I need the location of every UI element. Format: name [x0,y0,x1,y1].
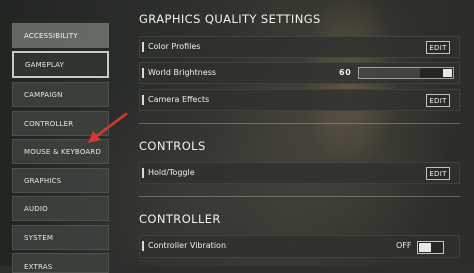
sidebar-item-label: GAMEPLAY [25,60,65,69]
section-divider [139,196,460,197]
hold-toggle-row[interactable]: Hold/Toggle EDIT [139,162,460,184]
world-brightness-label: World Brightness [148,68,217,77]
camera-effects-edit-button[interactable]: EDIT [426,94,450,107]
graphics-section-title: GRAPHICS QUALITY SETTINGS [139,12,321,26]
sidebar-item-system[interactable]: SYSTEM [12,225,109,250]
world-brightness-value: 60 [339,68,352,77]
world-brightness-row[interactable]: World Brightness 60 [139,62,460,84]
row-bullet [142,95,144,105]
sidebar-item-label: CAMPAIGN [24,90,63,99]
controller-vibration-row[interactable]: Controller Vibration OFF [139,235,460,258]
row-bullet [142,42,144,52]
settings-panel: GRAPHICS QUALITY SETTINGS Color Profiles… [128,0,462,266]
row-bullet [142,241,144,251]
controller-section-title: CONTROLLER [139,212,221,226]
slider-thumb[interactable] [443,69,452,77]
camera-effects-label: Camera Effects [148,95,210,104]
sidebar-item-graphics[interactable]: GRAPHICS [12,168,109,193]
row-bullet [142,168,144,178]
color-profiles-edit-button[interactable]: EDIT [426,41,450,54]
color-profiles-row[interactable]: Color Profiles EDIT [139,36,460,58]
color-profiles-label: Color Profiles [148,42,201,51]
hold-toggle-label: Hold/Toggle [148,168,195,177]
annotation-arrow-icon [88,112,128,143]
controls-section-title: CONTROLS [139,139,206,153]
sidebar-item-label: MOUSE & KEYBOARD [24,147,102,156]
sidebar-item-label: ACCESSIBILITY [24,31,78,40]
sidebar-item-label: GRAPHICS [24,176,62,185]
sidebar-item-gameplay[interactable]: GAMEPLAY [12,51,109,78]
row-bullet [142,68,144,78]
sidebar-item-label: EXTRAS [24,263,53,271]
camera-effects-row[interactable]: Camera Effects EDIT [139,89,460,111]
controller-vibration-label: Controller Vibration [148,241,227,250]
vibration-state-label: OFF [396,241,412,250]
sidebar-item-label: AUDIO [24,204,48,213]
world-brightness-slider[interactable] [358,67,454,79]
sidebar-item-label: SYSTEM [24,233,54,242]
sidebar-item-label: CONTROLLER [24,119,74,128]
slider-fill [359,68,420,78]
toggle-knob [419,243,431,252]
sidebar-item-campaign[interactable]: CAMPAIGN [12,82,109,107]
section-divider [139,123,460,124]
sidebar-item-accessibility[interactable]: ACCESSIBILITY [12,23,109,48]
sidebar-item-audio[interactable]: AUDIO [12,196,109,221]
hold-toggle-edit-button[interactable]: EDIT [426,167,450,180]
sidebar-item-extras[interactable]: EXTRAS [12,253,109,273]
vibration-toggle[interactable] [417,241,444,254]
